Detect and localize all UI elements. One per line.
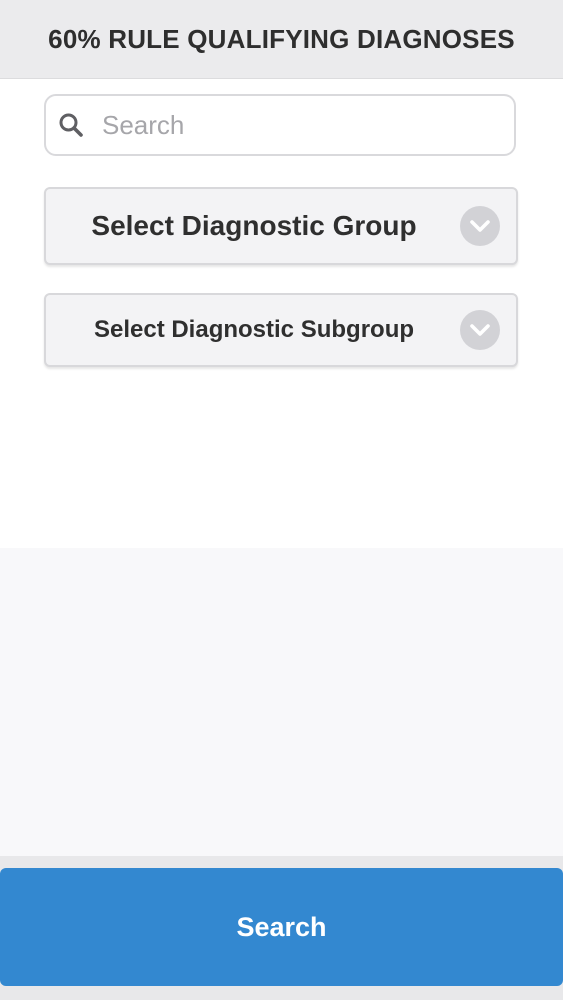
page-title: 60% RULE QUALIFYING DIAGNOSES bbox=[48, 23, 515, 54]
search-button[interactable]: Search bbox=[0, 868, 563, 986]
chevron-down-icon bbox=[460, 206, 500, 246]
diagnostic-group-select[interactable]: Select Diagnostic Group bbox=[44, 187, 518, 265]
page-header: 60% RULE QUALIFYING DIAGNOSES bbox=[0, 0, 563, 79]
diagnostic-group-label: Select Diagnostic Group bbox=[91, 210, 417, 241]
search-icon bbox=[46, 96, 90, 154]
search-input[interactable] bbox=[90, 97, 514, 153]
diagnostic-subgroup-label: Select Diagnostic Subgroup bbox=[93, 316, 415, 343]
search-box[interactable] bbox=[44, 94, 516, 156]
diagnostic-subgroup-select[interactable]: Select Diagnostic Subgroup bbox=[44, 293, 518, 367]
content-area bbox=[0, 548, 563, 856]
chevron-down-icon bbox=[460, 310, 500, 350]
